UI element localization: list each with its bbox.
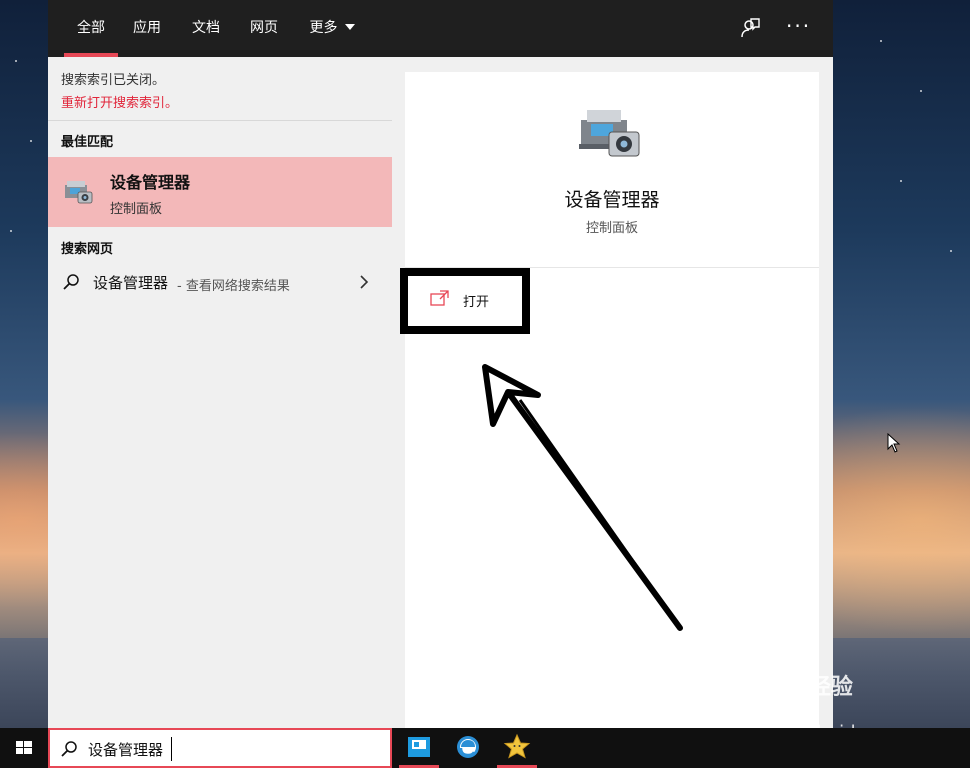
chevron-right-icon[interactable]	[358, 274, 370, 290]
baidu-watermark: Bai经验 jingyan.baidu.com	[745, 661, 911, 743]
taskbar: 设备管理器	[0, 728, 970, 768]
open-action-label: 打开	[463, 295, 490, 310]
search-icon	[61, 741, 77, 757]
device-manager-icon	[579, 110, 640, 157]
device-manager-icon	[65, 181, 93, 204]
best-match-result[interactable]: 设备管理器 控制面板	[48, 157, 392, 227]
feedback-icon[interactable]	[738, 16, 762, 40]
tab-apps[interactable]: 应用	[126, 0, 168, 57]
tab-more[interactable]: 更多	[304, 0, 360, 57]
more-options-icon[interactable]: ···	[786, 14, 811, 38]
best-match-heading: 最佳匹配	[61, 135, 114, 150]
taskbar-search-box[interactable]: 设备管理器	[48, 728, 392, 768]
tab-web[interactable]: 网页	[243, 0, 285, 57]
star-app-icon[interactable]	[495, 728, 539, 768]
open-action-button[interactable]: 打开	[400, 268, 530, 334]
result-details: 设备管理器 控制面板 打开	[400, 72, 819, 728]
mouse-cursor-icon	[887, 433, 901, 453]
results-list: 搜索索引已关闭。 重新打开搜索索引。 最佳匹配 设备管理器 控制面板 搜索网页 …	[48, 57, 392, 728]
tab-documents[interactable]: 文档	[185, 0, 227, 57]
search-icon	[63, 274, 79, 290]
reopen-index-link[interactable]: 重新打开搜索索引。	[61, 92, 178, 111]
tab-all[interactable]: 全部	[64, 0, 118, 57]
windows-start-icon[interactable]	[0, 728, 48, 768]
index-status-text: 搜索索引已关闭。	[61, 73, 166, 88]
open-icon	[430, 290, 449, 306]
detail-subtitle: 控制面板	[585, 221, 638, 236]
web-search-hint: - 查看网络搜索结果	[177, 279, 290, 294]
search-tabs-bar: 全部 应用 文档 网页 更多 ···	[48, 0, 833, 57]
web-search-result[interactable]: 设备管理器 - 查看网络搜索结果	[48, 268, 392, 298]
divider	[48, 120, 392, 121]
best-match-title: 设备管理器	[110, 173, 191, 192]
web-search-heading: 搜索网页	[61, 242, 114, 257]
best-match-subtitle: 控制面板	[110, 202, 163, 217]
store-app-icon[interactable]	[397, 728, 441, 768]
search-panel: 全部 应用 文档 网页 更多 ··· 搜索索引已关闭。 重新打开搜索索引。 最佳…	[48, 0, 833, 728]
detail-title: 设备管理器	[564, 189, 660, 211]
chevron-down-icon	[344, 24, 355, 30]
text-caret	[171, 737, 172, 761]
search-input[interactable]: 设备管理器	[88, 739, 163, 760]
edge-browser-icon[interactable]	[446, 728, 490, 768]
web-search-term: 设备管理器	[93, 274, 169, 292]
